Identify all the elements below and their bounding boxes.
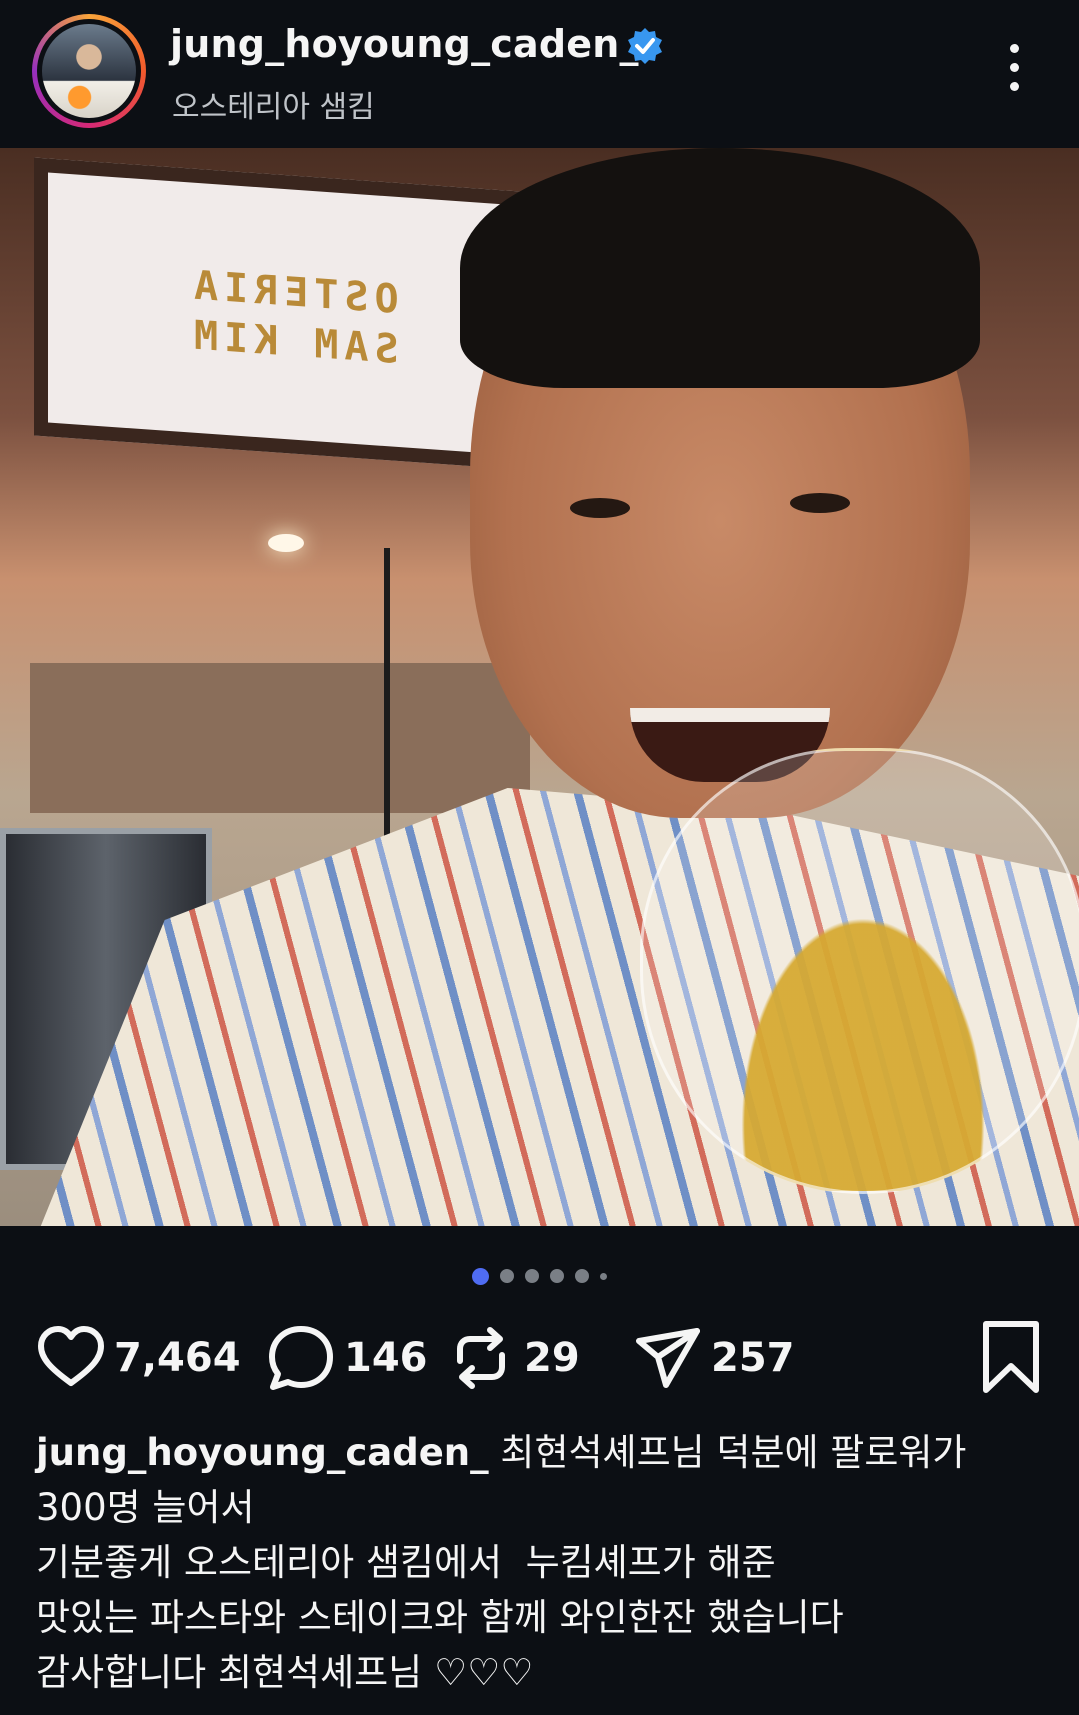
right-eye: [790, 493, 850, 513]
ceiling-light: [268, 534, 304, 552]
carousel-dot[interactable]: [575, 1269, 589, 1283]
avatar[interactable]: [42, 24, 136, 118]
caption-line-5: 감사합니다 최현석셰프님 ♡♡♡: [36, 1651, 534, 1694]
username-link[interactable]: jung_hoyoung_caden_: [170, 22, 639, 66]
repost-button[interactable]: 29: [446, 1318, 580, 1398]
carousel-dot-active[interactable]: [472, 1267, 489, 1285]
like-button[interactable]: 7,464: [36, 1318, 241, 1398]
caption-username[interactable]: jung_hoyoung_caden_: [36, 1431, 489, 1474]
comment-button[interactable]: 146: [266, 1318, 428, 1398]
carousel-dot[interactable]: [500, 1269, 514, 1283]
post-caption: jung_hoyoung_caden_ 최현석셰프님 덕분에 팔로워가 300명…: [36, 1425, 1046, 1700]
wine-glass: [640, 748, 1079, 1194]
caption-line-4: 맛있는 파스타와 스테이크와 함께 와인한잔 했습니다: [36, 1596, 844, 1639]
more-options-icon[interactable]: [1004, 44, 1024, 100]
person-hair: [460, 148, 980, 388]
carousel-dot[interactable]: [600, 1272, 607, 1280]
comment-icon: [269, 1326, 333, 1390]
share-count: 257: [711, 1335, 795, 1381]
repost-count: 29: [524, 1335, 580, 1381]
caption-line-1: jung_hoyoung_caden_ 최현석셰프님 덕분에 팔로워가: [36, 1431, 967, 1474]
carousel-dot[interactable]: [550, 1269, 564, 1283]
caption-line-3: 기분좋게 오스테리아 샘킴에서 누킴셰프가 해준: [36, 1541, 776, 1584]
comment-count: 146: [344, 1335, 428, 1381]
carousel-dot[interactable]: [525, 1269, 539, 1283]
post-header: jung_hoyoung_caden_ 오스테리아 샘킴: [0, 0, 1079, 148]
kitchen-cabinets: [30, 663, 530, 813]
repost-icon: [457, 1327, 505, 1389]
caption-line-2: 300명 늘어서: [36, 1486, 255, 1529]
bookmark-icon[interactable]: [976, 1320, 1046, 1394]
like-count: 7,464: [114, 1335, 241, 1381]
verified-badge-icon: [628, 28, 662, 64]
left-eye: [570, 498, 630, 518]
location-link[interactable]: 오스테리아 샘킴: [172, 82, 375, 126]
story-ring[interactable]: [32, 14, 146, 128]
share-button[interactable]: 257: [633, 1318, 795, 1398]
action-bar: 7,464 146 29 257: [36, 1318, 1046, 1398]
send-icon: [636, 1328, 700, 1388]
sign-text: OSTERIA SAM KIM: [188, 262, 399, 374]
carousel-indicator: [0, 1266, 1079, 1286]
post-photo[interactable]: OSTERIA SAM KIM: [0, 148, 1079, 1226]
avatar-frame: [37, 19, 141, 123]
heart-icon: [38, 1326, 104, 1386]
